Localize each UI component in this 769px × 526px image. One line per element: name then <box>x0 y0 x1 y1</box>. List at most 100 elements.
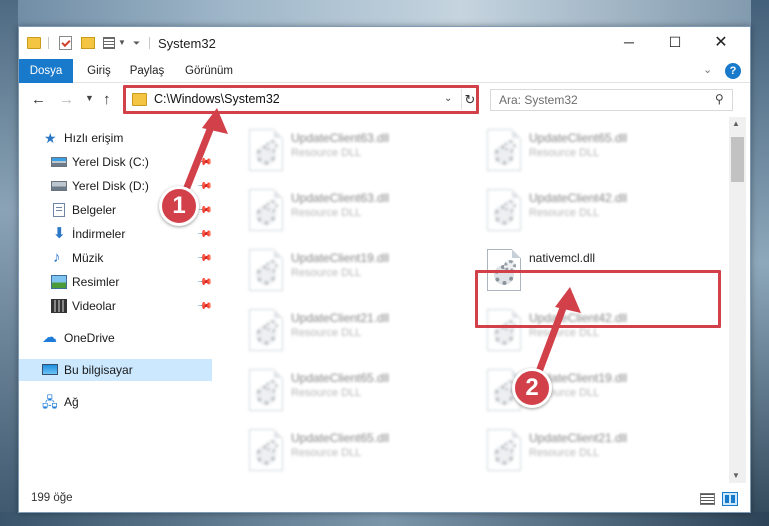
scroll-up-icon[interactable]: ▲ <box>732 119 740 128</box>
search-icon[interactable]: ⚲ <box>715 92 724 106</box>
recent-locations-icon[interactable]: ▼ <box>85 93 94 103</box>
dll-file-icon <box>487 189 521 231</box>
address-path[interactable]: C:\Windows\System32 <box>154 92 280 106</box>
file-item[interactable]: UpdateClient19.dll Resource DLL <box>477 367 677 413</box>
scrollbar-thumb[interactable] <box>731 137 744 182</box>
sidebar-item-label: Yerel Disk (C:) <box>72 155 149 169</box>
tab-view[interactable]: Görünüm <box>181 59 237 83</box>
vertical-scrollbar[interactable]: ▲ ▼ <box>729 117 746 483</box>
pictures-icon <box>51 275 67 289</box>
file-name: UpdateClient65.dll <box>529 131 628 145</box>
pin-icon: 📌 <box>195 153 213 171</box>
file-name: UpdateClient21.dll <box>529 431 628 445</box>
file-item[interactable]: UpdateClient42.dll Resource DLL <box>477 307 677 353</box>
chevron-down-icon[interactable]: ⌄ <box>444 93 452 104</box>
file-item[interactable]: UpdateClient63.dll Resource DLL <box>239 187 439 233</box>
pin-icon: 📌 <box>195 177 213 195</box>
file-item[interactable]: UpdateClient63.dll Resource DLL <box>239 127 439 173</box>
tab-home[interactable]: Giriş <box>81 59 117 83</box>
drive-icon <box>51 157 67 167</box>
sidebar-item-local-disk-c[interactable]: Yerel Disk (C:) 📌 <box>19 151 213 173</box>
sidebar-item-videos[interactable]: Videolar 📌 <box>19 295 213 317</box>
dll-file-icon <box>487 309 521 351</box>
sidebar-item-label: OneDrive <box>64 331 115 345</box>
sidebar-item-this-pc[interactable]: Bu bilgisayar <box>19 359 212 381</box>
desktop-background-bottom <box>0 512 769 526</box>
large-icons-view-icon[interactable] <box>722 492 738 506</box>
sidebar-item-label: Resimler <box>72 275 120 289</box>
file-type: Resource DLL <box>529 447 600 459</box>
dll-file-icon <box>249 249 283 291</box>
sidebar-item-label: Belgeler <box>72 203 117 217</box>
music-icon: ♪ <box>53 249 61 266</box>
file-item[interactable]: UpdateClient65.dll Resource DLL <box>477 127 677 173</box>
sidebar-item-pictures[interactable]: Resimler 📌 <box>19 271 213 293</box>
sidebar-item-downloads[interactable]: ⬇ İndirmeler 📌 <box>19 223 213 245</box>
chevron-down-icon[interactable]: ▼ <box>118 38 126 47</box>
file-name: UpdateClient63.dll <box>291 131 390 145</box>
maximize-button[interactable]: ☐ <box>652 27 698 57</box>
minimize-button[interactable]: ─ <box>606 27 652 57</box>
file-type: Resource DLL <box>529 327 600 339</box>
toolbar-separator <box>149 37 150 49</box>
search-placeholder: Ara: System32 <box>499 93 578 107</box>
step-2-badge: 2 <box>512 368 552 408</box>
file-type: Resource DLL <box>291 267 362 279</box>
file-name: UpdateClient65.dll <box>291 371 390 385</box>
file-type: Resource DLL <box>291 207 362 219</box>
file-item-nativemcl[interactable]: nativemcl.dll <box>477 247 677 293</box>
sidebar-item-network[interactable]: 🖧 Ağ <box>19 391 212 413</box>
search-input[interactable]: Ara: System32 ⚲ <box>490 89 733 111</box>
close-button[interactable]: ✕ <box>698 27 744 57</box>
address-bar[interactable]: C:\Windows\System32 ⌄ ↻ <box>125 87 478 112</box>
download-icon: ⬇ <box>53 225 66 242</box>
tab-share[interactable]: Paylaş <box>125 59 169 83</box>
file-item[interactable]: UpdateClient65.dll Resource DLL <box>239 367 439 413</box>
file-name: nativemcl.dll <box>529 251 596 265</box>
star-icon: ★ <box>44 130 57 146</box>
back-arrow-icon[interactable]: ← <box>31 91 46 108</box>
dll-file-icon <box>487 249 521 291</box>
properties-icon[interactable] <box>59 36 72 50</box>
file-item[interactable]: UpdateClient65.dll Resource DLL <box>239 427 439 473</box>
file-item[interactable]: UpdateClient19.dll Resource DLL <box>239 247 439 293</box>
file-type: Resource DLL <box>291 387 362 399</box>
sidebar-item-label: Bu bilgisayar <box>64 363 133 377</box>
file-item[interactable]: UpdateClient42.dll Resource DLL <box>477 187 677 233</box>
window-title: System32 <box>158 36 216 51</box>
view-options-icon[interactable] <box>103 37 115 49</box>
forward-arrow-icon[interactable]: → <box>59 91 74 108</box>
toolbar-separator <box>48 37 49 49</box>
sidebar-item-label: İndirmeler <box>72 227 126 241</box>
dll-file-icon <box>487 129 521 171</box>
expand-ribbon-icon[interactable]: ⌄ <box>703 63 712 76</box>
file-item[interactable]: UpdateClient21.dll Resource DLL <box>477 427 677 473</box>
customize-toolbar-icon[interactable]: ⏷ <box>133 38 140 49</box>
details-view-icon[interactable] <box>700 493 715 505</box>
navigation-pane: ★ Hızlı erişim Yerel Disk (C:) 📌 Yerel D… <box>19 117 213 483</box>
refresh-icon[interactable]: ↻ <box>461 89 478 110</box>
file-type: Resource DLL <box>529 147 600 159</box>
file-name: UpdateClient42.dll <box>529 191 628 205</box>
scroll-down-icon[interactable]: ▼ <box>732 471 740 480</box>
step-1-badge: 1 <box>159 186 199 226</box>
file-name: UpdateClient21.dll <box>291 311 390 325</box>
up-arrow-icon[interactable]: ↑ <box>103 91 111 108</box>
file-name: UpdateClient42.dll <box>529 311 628 325</box>
sidebar-item-music[interactable]: ♪ Müzik 📌 <box>19 247 213 269</box>
sidebar-item-onedrive[interactable]: ☁ OneDrive <box>19 327 212 349</box>
cloud-icon: ☁ <box>42 329 57 346</box>
dll-file-icon <box>249 429 283 471</box>
file-item[interactable]: UpdateClient21.dll Resource DLL <box>239 307 439 353</box>
tab-file[interactable]: Dosya <box>19 59 73 83</box>
file-name: UpdateClient19.dll <box>291 251 390 265</box>
item-count: 199 öğe <box>31 492 73 504</box>
help-icon[interactable]: ? <box>725 63 741 79</box>
file-type: Resource DLL <box>291 327 362 339</box>
folder-icon <box>132 93 147 106</box>
computer-icon <box>42 364 58 375</box>
sidebar-item-quick-access[interactable]: ★ Hızlı erişim <box>19 127 212 149</box>
file-explorer-window: ▼ ⏷ System32 ─ ☐ ✕ Dosya Giriş Paylaş Gö… <box>18 26 751 513</box>
new-folder-icon[interactable] <box>81 37 95 49</box>
dll-file-icon <box>249 309 283 351</box>
